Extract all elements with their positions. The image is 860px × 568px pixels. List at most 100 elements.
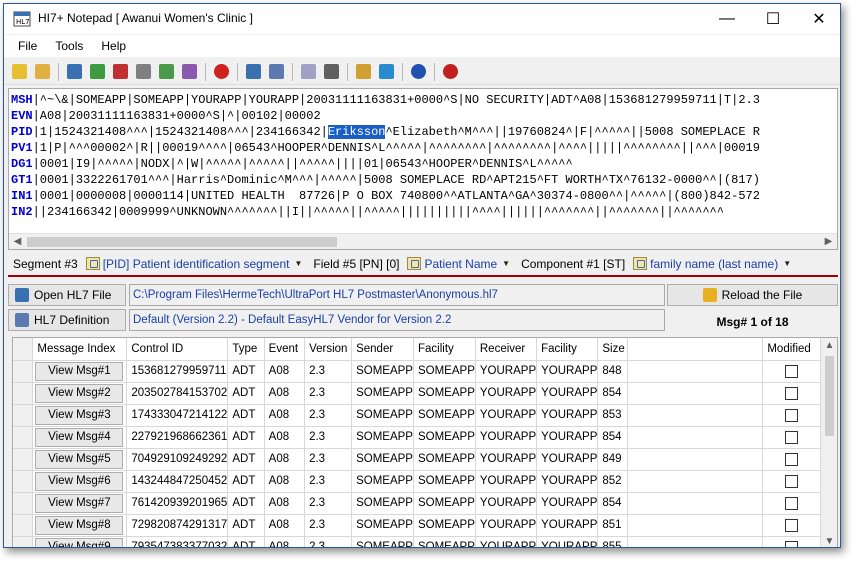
- row-header[interactable]: [13, 382, 34, 405]
- table-row: View Msg#4 227921968662361 ADT A08 2.3 SOMEAP…: [13, 426, 821, 449]
- view-message-button[interactable]: View Msg#5: [35, 449, 124, 469]
- hl7-segment-line[interactable]: MSH|^~\&|SOMEAPP|SOMEAPP|YOURAPP|YOURAPP…: [11, 92, 837, 108]
- scroll-down-icon[interactable]: ▼: [821, 534, 837, 547]
- column-header[interactable]: [627, 338, 764, 361]
- find-button[interactable]: [132, 61, 154, 83]
- cell-type: ADT: [227, 514, 265, 537]
- horizontal-scrollbar[interactable]: ◀ ▶: [9, 233, 837, 249]
- modified-checkbox[interactable]: [785, 386, 799, 400]
- row-header[interactable]: [13, 448, 34, 471]
- modified-checkbox[interactable]: [785, 540, 799, 547]
- modified-checkbox[interactable]: [785, 518, 799, 532]
- row-header[interactable]: [13, 426, 34, 449]
- plugin-button[interactable]: [352, 61, 374, 83]
- vertical-scrollbar[interactable]: ▲ ▼: [821, 338, 837, 547]
- column-header[interactable]: Message Index: [32, 338, 128, 361]
- column-header[interactable]: Type: [227, 338, 265, 361]
- print-button[interactable]: [320, 61, 342, 83]
- connect-icon: [378, 64, 394, 79]
- column-header[interactable]: Facility: [413, 338, 476, 361]
- save-button[interactable]: [63, 61, 85, 83]
- new-button[interactable]: [8, 61, 30, 83]
- minimize-button[interactable]: —: [704, 4, 750, 34]
- maximize-button[interactable]: ☐: [750, 4, 796, 34]
- column-header[interactable]: Event: [264, 338, 306, 361]
- definition-field[interactable]: Default (Version 2.2) - Default EasyHL7 …: [129, 309, 665, 331]
- help-button[interactable]: [407, 61, 429, 83]
- open-button[interactable]: [31, 61, 53, 83]
- close-button[interactable]: ✕: [796, 4, 840, 34]
- hl7-segment-line[interactable]: IN1|0001|0000008|0000114|UNITED HEALTH 8…: [11, 188, 837, 204]
- modified-checkbox[interactable]: [785, 364, 799, 378]
- vertical-scrollbar-thumb[interactable]: [825, 356, 834, 436]
- modified-checkbox[interactable]: [785, 430, 799, 444]
- field-dropdown[interactable]: Patient Name: [424, 257, 497, 271]
- chevron-down-icon[interactable]: ▼: [295, 259, 303, 268]
- chevron-down-icon[interactable]: ▼: [783, 259, 791, 268]
- view-message-button[interactable]: View Msg#3: [35, 405, 124, 425]
- view-message-button[interactable]: View Msg#7: [35, 493, 124, 513]
- view-message-button[interactable]: View Msg#9: [35, 537, 124, 547]
- reload-file-button[interactable]: Reload the File: [667, 284, 838, 306]
- hl7-segment-line[interactable]: IN2||234166342|0009999^UNKNOWN^^^^^^^||I…: [11, 204, 837, 220]
- modified-checkbox[interactable]: [785, 496, 799, 510]
- tools-button[interactable]: [178, 61, 200, 83]
- cell-size: 854: [597, 426, 628, 449]
- column-header[interactable]: Sender: [351, 338, 414, 361]
- view-message-button[interactable]: View Msg#4: [35, 427, 124, 447]
- edit-button[interactable]: [265, 61, 287, 83]
- hl7-segment-line[interactable]: PID|1|1524321408^^^|1524321408^^^|234166…: [11, 124, 837, 140]
- view-button[interactable]: [242, 61, 264, 83]
- delete-button[interactable]: [210, 61, 232, 83]
- modified-checkbox[interactable]: [785, 452, 799, 466]
- modified-checkbox[interactable]: [785, 408, 799, 422]
- power-button[interactable]: [439, 61, 461, 83]
- segment-dropdown[interactable]: [PID] Patient identification segment: [103, 257, 290, 271]
- cell-rfacility: YOURAPP: [536, 448, 599, 471]
- connect-button[interactable]: [375, 61, 397, 83]
- chevron-down-icon[interactable]: ▼: [502, 259, 510, 268]
- row-header[interactable]: [13, 470, 34, 493]
- hl7-message-editor[interactable]: MSH|^~\&|SOMEAPP|SOMEAPP|YOURAPP|YOURAPP…: [8, 88, 838, 250]
- row-header[interactable]: [13, 360, 34, 383]
- row-header[interactable]: [13, 536, 34, 547]
- cell-sender: SOMEAPP: [351, 360, 414, 383]
- scroll-right-icon[interactable]: ▶: [820, 234, 837, 249]
- column-header[interactable]: Modified: [762, 338, 821, 361]
- view-message-button[interactable]: View Msg#6: [35, 471, 124, 491]
- hl7-definition-button[interactable]: HL7 Definition: [8, 309, 126, 331]
- column-header[interactable]: Facility: [536, 338, 599, 361]
- menu-tools[interactable]: Tools: [46, 35, 92, 57]
- row-header[interactable]: [13, 514, 34, 537]
- import-button[interactable]: [86, 61, 108, 83]
- menu-help[interactable]: Help: [92, 35, 135, 57]
- row-header[interactable]: [13, 404, 34, 427]
- selected-field-text[interactable]: Eriksson: [327, 125, 386, 139]
- hl7-segment-line[interactable]: EVN|A08|20031111163831+0000^S|^|00102|00…: [11, 108, 837, 124]
- open-hl7-file-button[interactable]: Open HL7 File: [8, 284, 126, 306]
- scroll-up-icon[interactable]: ▲: [821, 338, 837, 354]
- hl7-segment-line[interactable]: PV1|1|P|^^^00002^|R||00019^^^^|06543^HOO…: [11, 140, 837, 156]
- settings-button[interactable]: [155, 61, 177, 83]
- file-path-field[interactable]: C:\Program Files\HermeTech\UltraPort HL7…: [129, 284, 665, 306]
- hl7-segment-line[interactable]: GT1|0001|3322261701^^^|Harris^Dominic^M^…: [11, 172, 837, 188]
- scroll-left-icon[interactable]: ◀: [9, 234, 26, 249]
- view-message-button[interactable]: View Msg#1: [35, 361, 124, 381]
- row-header[interactable]: [13, 492, 34, 515]
- toolbar: [4, 59, 840, 85]
- modified-checkbox[interactable]: [785, 474, 799, 488]
- column-header[interactable]: Size: [597, 338, 628, 361]
- scrollbar-thumb[interactable]: [27, 237, 337, 247]
- column-header[interactable]: Receiver: [475, 338, 538, 361]
- export-button[interactable]: [109, 61, 131, 83]
- hl7-message-lines[interactable]: MSH|^~\&|SOMEAPP|SOMEAPP|YOURAPP|YOURAPP…: [11, 92, 837, 222]
- column-header[interactable]: Version: [304, 338, 353, 361]
- view-message-button[interactable]: View Msg#8: [35, 515, 124, 535]
- column-header[interactable]: Control ID: [126, 338, 229, 361]
- view-message-button[interactable]: View Msg#2: [35, 383, 124, 403]
- copy-button[interactable]: [297, 61, 319, 83]
- hl7-segment-line[interactable]: DG1|0001|I9|^^^^^|NODX|^|W|^^^^^|^^^^^||…: [11, 156, 837, 172]
- open-icon: [34, 64, 50, 79]
- menu-file[interactable]: File: [4, 35, 46, 57]
- component-dropdown[interactable]: family name (last name): [650, 257, 778, 271]
